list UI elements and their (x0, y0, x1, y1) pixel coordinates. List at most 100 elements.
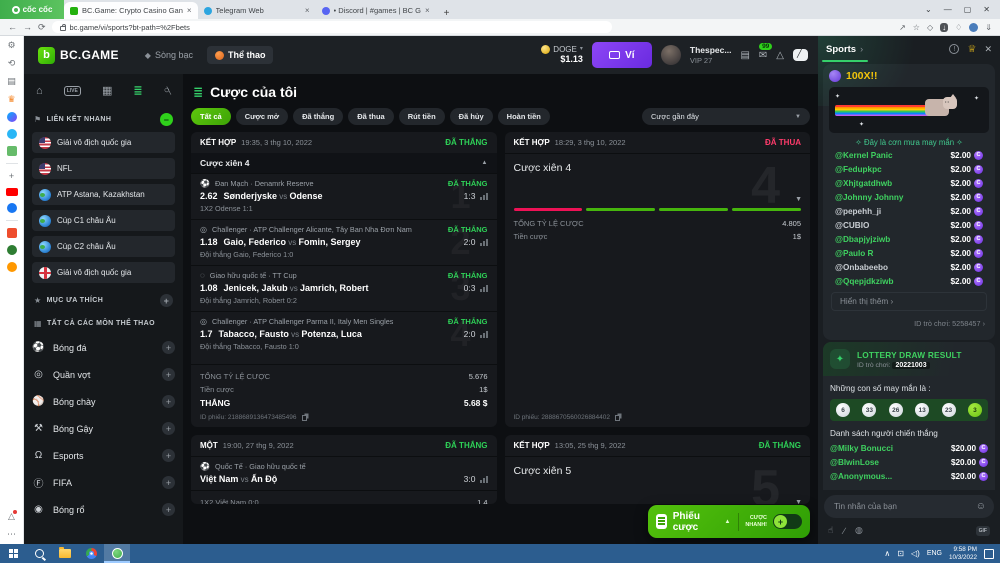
betslip-button[interactable]: Phiếu cược ▲ CƯỢCNHANH! + (648, 505, 810, 538)
bet-card-single-won[interactable]: MỘT 19:00, 27 thg 9, 2022 ĐÃ THẮNG ⚽ Quố… (191, 435, 497, 504)
stats-icon[interactable] (480, 239, 488, 247)
quick-link-item[interactable]: Cúp C2 châu Âu (32, 236, 175, 257)
filter-pill[interactable]: Đã thua (348, 108, 394, 125)
rules-info-icon[interactable]: ! (949, 44, 959, 54)
more-icon[interactable]: ⋯ (7, 529, 16, 540)
file-explorer-icon[interactable] (52, 544, 78, 563)
youtube-icon[interactable] (6, 188, 18, 196)
bookmark-star-icon[interactable]: ☆ (913, 23, 920, 32)
filter-pill[interactable]: Đã hủy (450, 108, 493, 125)
calendar-icon[interactable]: ▦ (102, 84, 112, 97)
sport-item[interactable]: Ⓕ FIFA + (32, 469, 175, 496)
sort-dropdown[interactable]: Cược gần đây▼ (642, 108, 810, 125)
notifications-bell-icon[interactable]: △ (8, 511, 15, 522)
collapse-quick-links-button[interactable]: − (160, 113, 173, 126)
leaf-icon[interactable] (7, 245, 17, 255)
sport-item[interactable]: Ω Esports + (32, 442, 175, 469)
extension-icon[interactable]: ♢ (955, 23, 962, 32)
menu-list-icon[interactable]: ▤ (740, 50, 749, 61)
games-icon[interactable] (7, 146, 17, 156)
match-teams[interactable]: Jenicek, Jakub vs Jamrich, Robert (224, 283, 369, 293)
nav-sports[interactable]: Thể thao (207, 46, 274, 64)
chat-messages[interactable]: 100X!! ✦ ✦ ✦ ✧ Đây là cơn mưa may mắn ✧ … (818, 62, 1000, 490)
filter-pill[interactable]: Hoàn tiền (498, 108, 550, 125)
chat-message-input[interactable] (832, 501, 976, 512)
sport-item[interactable]: ◎ Quần vợt + (32, 361, 175, 388)
header-bell-icon[interactable]: △ (776, 50, 784, 61)
bcgame-logo[interactable]: b BC.GAME (38, 47, 119, 64)
wallet-button[interactable]: Ví (592, 42, 652, 68)
taskbar-search-icon[interactable] (26, 544, 52, 563)
match-teams[interactable]: Việt Nam vs Ấn Độ (200, 474, 277, 484)
quick-link-item[interactable]: Cúp C1 châu Âu (32, 210, 175, 231)
username-link[interactable]: @Kernel Panic (835, 151, 893, 160)
username-link[interactable]: @Johnny Johnny (835, 193, 903, 202)
match-teams[interactable]: Gaio, Federico vs Fomin, Sergey (224, 237, 361, 247)
network-icon[interactable]: ⊡ (897, 549, 904, 558)
share-icon[interactable]: ↗ (899, 23, 906, 32)
expand-sport-button[interactable]: + (162, 503, 175, 516)
chevron-down-icon[interactable]: ▼ (795, 196, 802, 203)
crown-icon[interactable]: ♛ (7, 94, 15, 105)
lamp-icon[interactable] (7, 262, 17, 272)
forward-icon[interactable]: → (23, 22, 32, 32)
bet-card-combo-won-2[interactable]: KẾT HỢP 13:05, 25 thg 9, 2022 ĐÃ THẮNG C… (505, 435, 811, 504)
start-button[interactable] (0, 544, 26, 563)
username-link[interactable]: @BIwinLose (830, 458, 879, 467)
show-more-button[interactable]: Hiển thị thêm › (831, 292, 987, 311)
live-icon[interactable]: LIVE (64, 86, 81, 96)
facebook-icon[interactable] (7, 203, 17, 213)
username-link[interactable]: @CUBIO (835, 221, 869, 230)
add-shortcut-icon[interactable]: + (9, 171, 14, 181)
home-icon[interactable]: ⌂ (36, 85, 43, 97)
sport-item[interactable]: ⚒ Bóng Gậy + (32, 415, 175, 442)
tab-search-icon[interactable]: ⌄ (925, 5, 932, 14)
shield-icon[interactable]: ◇ (927, 23, 933, 32)
sport-item[interactable]: ◉ Bóng rổ + (32, 496, 175, 523)
username-link[interactable]: @Milky Bonucci (830, 444, 893, 453)
copy-icon[interactable] (615, 415, 620, 421)
gif-icon[interactable]: GIF (976, 526, 990, 536)
back-icon[interactable]: ← (8, 22, 17, 32)
username-link[interactable]: @Xhjtgatdhwb (835, 179, 892, 188)
new-tab-button[interactable]: + (436, 8, 458, 19)
quick-link-item[interactable]: Giải vô địch quốc gia (32, 132, 175, 153)
chrome-icon[interactable] (78, 544, 104, 563)
quick-link-item[interactable]: NFL (32, 158, 175, 179)
action-center-icon[interactable] (984, 549, 994, 559)
tab-close-icon[interactable]: × (425, 6, 430, 15)
quick-bet-toggle[interactable]: + (773, 514, 802, 529)
expand-sport-button[interactable]: + (162, 395, 175, 408)
quick-link-item[interactable]: Giải vô địch quốc gia (32, 262, 175, 283)
tray-chevron-icon[interactable]: ∧ (884, 549, 890, 558)
messenger-icon[interactable] (7, 112, 17, 122)
chat-room-tab[interactable]: Sports (826, 44, 856, 55)
browser-tab[interactable]: BC.Game: Crypto Casino Gan × (64, 2, 198, 19)
chat-toggle-icon[interactable] (793, 49, 808, 61)
balance-selector[interactable]: DOGE▾ $1.13 (541, 45, 583, 65)
reading-list-icon[interactable]: ▤ (7, 76, 16, 87)
expand-sport-button[interactable]: + (162, 449, 175, 462)
bet-card-combo-won[interactable]: KẾT HỢP 19:35, 3 thg 10, 2022 ĐÃ THẮNG C… (191, 132, 497, 427)
browser-profile-icon[interactable] (969, 23, 978, 32)
volume-icon[interactable]: ◁) (911, 549, 920, 558)
chevron-right-icon[interactable]: › (860, 44, 863, 54)
filter-pill[interactable]: Đã thắng (293, 108, 343, 125)
minimize-button[interactable]: — (944, 5, 952, 14)
maximize-button[interactable]: ▢ (964, 5, 972, 14)
reload-icon[interactable]: ⟳ (38, 22, 46, 33)
nav-casino[interactable]: ◆Sòng bạc (137, 46, 201, 64)
tip-icon[interactable]: ☝ (828, 525, 833, 536)
match-teams[interactable]: Sønderjyske vs Odense (224, 191, 323, 201)
taskbar-clock[interactable]: 9:58 PM10/3/2022 (949, 546, 977, 560)
bet-card-combo-lost[interactable]: KẾT HỢP 18:29, 3 thg 10, 2022 ĐÃ THUA Cư… (505, 132, 811, 427)
user-avatar[interactable] (661, 45, 681, 65)
browser-tab[interactable]: • Discord | #games | BC G × (316, 2, 436, 19)
copy-icon[interactable] (302, 415, 307, 421)
stats-icon[interactable] (480, 193, 488, 201)
stats-icon[interactable] (480, 476, 488, 484)
shopee-icon[interactable] (7, 228, 17, 238)
quick-link-item[interactable]: ATP Astana, Kazakhstan (32, 184, 175, 205)
my-bets-icon[interactable]: ≣ (133, 84, 142, 97)
url-field[interactable]: bc.game/vi/sports?bt-path=%2Fbets (52, 21, 612, 33)
